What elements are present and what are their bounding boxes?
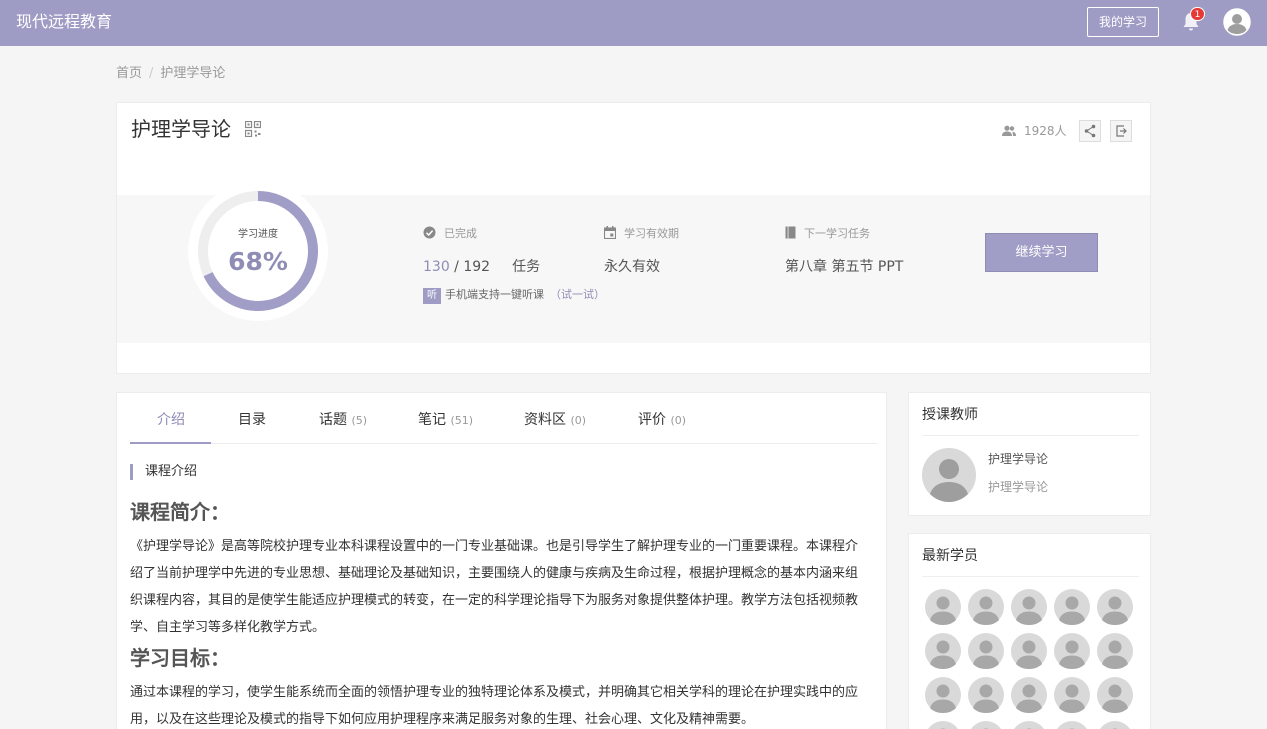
user-avatar-icon[interactable] [1223, 8, 1251, 36]
listen-text: 手机端支持一键听课 [445, 288, 544, 301]
listen-try-link[interactable]: （试一试） [550, 288, 605, 301]
notification-badge: 1 [1190, 7, 1205, 21]
student-avatar[interactable] [1097, 633, 1133, 669]
exit-course-button[interactable] [1110, 120, 1132, 142]
completed-label: 已完成 [444, 227, 477, 240]
tab-label: 评价 [638, 412, 666, 428]
tab-count: (0) [570, 414, 587, 427]
completed-sep: / [449, 259, 464, 275]
goal-paragraph: 通过本课程的学习，使学生能系统而全面的领悟护理专业的独特理论体系及模式，并明确其… [130, 685, 859, 727]
book-icon [785, 226, 796, 239]
tab-label: 介绍 [157, 412, 185, 428]
brand-logo-text[interactable]: 现代远程教育 [16, 12, 112, 32]
tab-label: 笔记 [418, 412, 446, 428]
tab-label: 资料区 [524, 412, 566, 428]
listen-hint: 听手机端支持一键听课 （试一试） [423, 287, 605, 304]
calendar-icon [603, 226, 617, 240]
validity-stat: 学习有效期 永久有效 [603, 226, 774, 286]
check-circle-icon [423, 226, 436, 239]
tab-count: (51) [450, 414, 474, 427]
tab-label: 话题 [319, 412, 347, 428]
student-avatar[interactable] [1097, 677, 1133, 713]
student-avatar[interactable] [968, 677, 1004, 713]
teacher-avatar[interactable] [922, 448, 976, 502]
progress-value: 68% [228, 247, 288, 276]
qrcode-icon[interactable] [245, 121, 261, 137]
progress-panel: 学习进度 68% 已完成 130 / 192 任务 学习有效期 永久有效 下一学… [117, 181, 1150, 343]
student-avatar[interactable] [925, 721, 961, 729]
tab-intro[interactable]: 介绍 [157, 411, 185, 429]
completed-total: 192 [463, 259, 491, 275]
next-task-label: 下一学习任务 [804, 227, 870, 240]
student-avatar[interactable] [1054, 589, 1090, 625]
active-tab-underline [130, 442, 211, 444]
continue-learning-button[interactable]: 继续学习 [985, 233, 1098, 272]
intro-paragraph: 《护理学导论》是高等院校护理专业本科课程设置中的一门专业基础课。也是引导学生了解… [130, 539, 859, 635]
teacher-name[interactable]: 护理学导论 [988, 451, 1048, 467]
goal-heading: 学习目标： [130, 646, 230, 670]
completed-done: 130 [423, 259, 450, 275]
teacher-card: 授课教师 护理学导论 护理学导论 [908, 392, 1151, 516]
breadcrumb-home[interactable]: 首页 [116, 66, 142, 81]
divider [922, 576, 1139, 577]
teacher-card-title: 授课教师 [922, 407, 978, 423]
next-task-stat: 下一学习任务 第八章 第五节 PPT [785, 226, 965, 286]
teacher-subtitle: 护理学导论 [988, 480, 1049, 494]
share-icon [1084, 124, 1096, 138]
course-title: 护理学导论 [131, 117, 231, 141]
listen-tag: 听 [423, 288, 441, 304]
breadcrumb-separator: / [149, 66, 154, 81]
validity-value: 永久有效 [604, 259, 660, 275]
top-navbar: 现代远程教育 我的学习 1 [0, 0, 1267, 46]
student-avatar[interactable] [925, 677, 961, 713]
student-avatar[interactable] [1054, 677, 1090, 713]
breadcrumb: 首页 / 护理学导论 [116, 66, 225, 82]
tab-materials[interactable]: 资料区 (0) [524, 411, 586, 430]
student-avatar[interactable] [1054, 721, 1090, 729]
tab-topics[interactable]: 话题 (5) [319, 411, 367, 430]
my-learning-button[interactable]: 我的学习 [1087, 7, 1159, 37]
student-avatar[interactable] [1011, 677, 1047, 713]
intro-heading: 课程简介： [130, 500, 230, 524]
student-avatar[interactable] [968, 633, 1004, 669]
student-avatar[interactable] [968, 589, 1004, 625]
students-card-title: 最新学员 [922, 548, 978, 564]
validity-label: 学习有效期 [624, 227, 679, 240]
student-avatar[interactable] [1054, 633, 1090, 669]
student-avatar[interactable] [1011, 633, 1047, 669]
student-avatar[interactable] [968, 721, 1004, 729]
course-tabs: 介绍 目录 话题 (5) 笔记 (51) 资料区 (0) 评价 (0) [130, 393, 877, 444]
divider [922, 435, 1139, 436]
course-content-panel: 介绍 目录 话题 (5) 笔记 (51) 资料区 (0) 评价 (0) 课程介绍… [116, 392, 887, 729]
course-header-card: 护理学导论 1928人 学习进度 68% 已完成 130 / 192 任务 学习… [116, 102, 1151, 374]
exit-icon [1116, 125, 1127, 137]
progress-label: 学习进度 [238, 229, 278, 240]
tab-count: (0) [670, 414, 687, 427]
tab-reviews[interactable]: 评价 (0) [638, 411, 686, 430]
completed-unit: 任务 [512, 259, 541, 275]
tab-notes[interactable]: 笔记 (51) [418, 411, 473, 430]
students-count: 1928人 [1024, 124, 1067, 138]
student-avatar[interactable] [1097, 589, 1133, 625]
people-icon [1002, 125, 1016, 136]
student-avatar[interactable] [925, 633, 961, 669]
student-avatar[interactable] [1011, 589, 1047, 625]
next-task-value[interactable]: 第八章 第五节 PPT [785, 258, 903, 276]
breadcrumb-current[interactable]: 护理学导论 [160, 66, 225, 81]
student-avatar[interactable] [1011, 721, 1047, 729]
tab-label: 目录 [238, 412, 266, 428]
student-avatar[interactable] [925, 589, 961, 625]
student-avatar[interactable] [1097, 721, 1133, 729]
tab-count: (5) [351, 414, 368, 427]
tab-catalog[interactable]: 目录 [238, 411, 266, 429]
section-title: 课程介绍 [130, 464, 197, 480]
latest-students-card: 最新学员 [908, 533, 1151, 729]
share-button[interactable] [1079, 120, 1101, 142]
